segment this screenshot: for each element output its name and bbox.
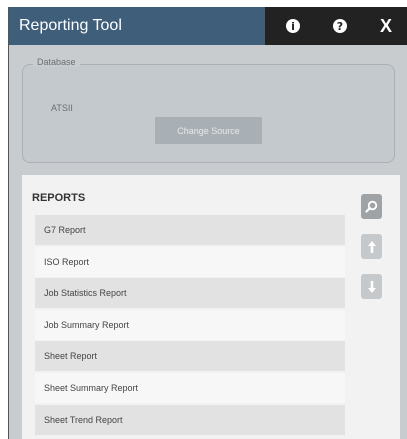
database-group: Database ATSII Change Source — [22, 57, 395, 163]
report-item-sheet-summary[interactable]: Sheet Summary Report — [35, 372, 345, 403]
database-legend: Database — [33, 57, 80, 67]
report-item-iso[interactable]: ISO Report — [35, 246, 345, 277]
change-source-button[interactable]: Change Source — [155, 117, 262, 144]
move-down-button[interactable] — [361, 274, 382, 299]
titlebar-controls: i ? X — [265, 7, 407, 45]
help-button[interactable]: ? — [320, 7, 360, 45]
move-up-button[interactable] — [361, 234, 382, 259]
report-item-job-statistics[interactable]: Job Statistics Report — [35, 278, 345, 309]
search-button[interactable] — [361, 194, 382, 219]
arrow-up-icon — [367, 240, 376, 253]
reports-list: G7 Report ISO Report Job Statistics Repo… — [35, 215, 345, 436]
titlebar: Reporting Tool i ? X — [9, 7, 407, 45]
info-icon: i — [286, 19, 300, 33]
report-item-g7[interactable]: G7 Report — [35, 215, 345, 245]
help-icon: ? — [333, 19, 347, 33]
close-button[interactable]: X — [366, 7, 406, 45]
reports-title: REPORTS — [32, 192, 86, 204]
search-icon — [365, 200, 378, 213]
reports-panel: REPORTS G7 Report ISO Report Job Statist… — [22, 175, 400, 439]
report-item-sheet[interactable]: Sheet Report — [35, 341, 345, 372]
database-name: ATSII — [51, 103, 73, 113]
report-item-job-summary[interactable]: Job Summary Report — [35, 309, 345, 340]
report-item-sheet-trend[interactable]: Sheet Trend Report — [35, 404, 345, 435]
info-button[interactable]: i — [273, 7, 313, 45]
reporting-tool-window: Reporting Tool i ? X Database ATSII Chan… — [8, 7, 407, 439]
window-title: Reporting Tool — [19, 17, 122, 34]
title-area: Reporting Tool — [9, 7, 265, 45]
close-icon: X — [379, 15, 392, 36]
arrow-down-icon — [367, 280, 376, 293]
